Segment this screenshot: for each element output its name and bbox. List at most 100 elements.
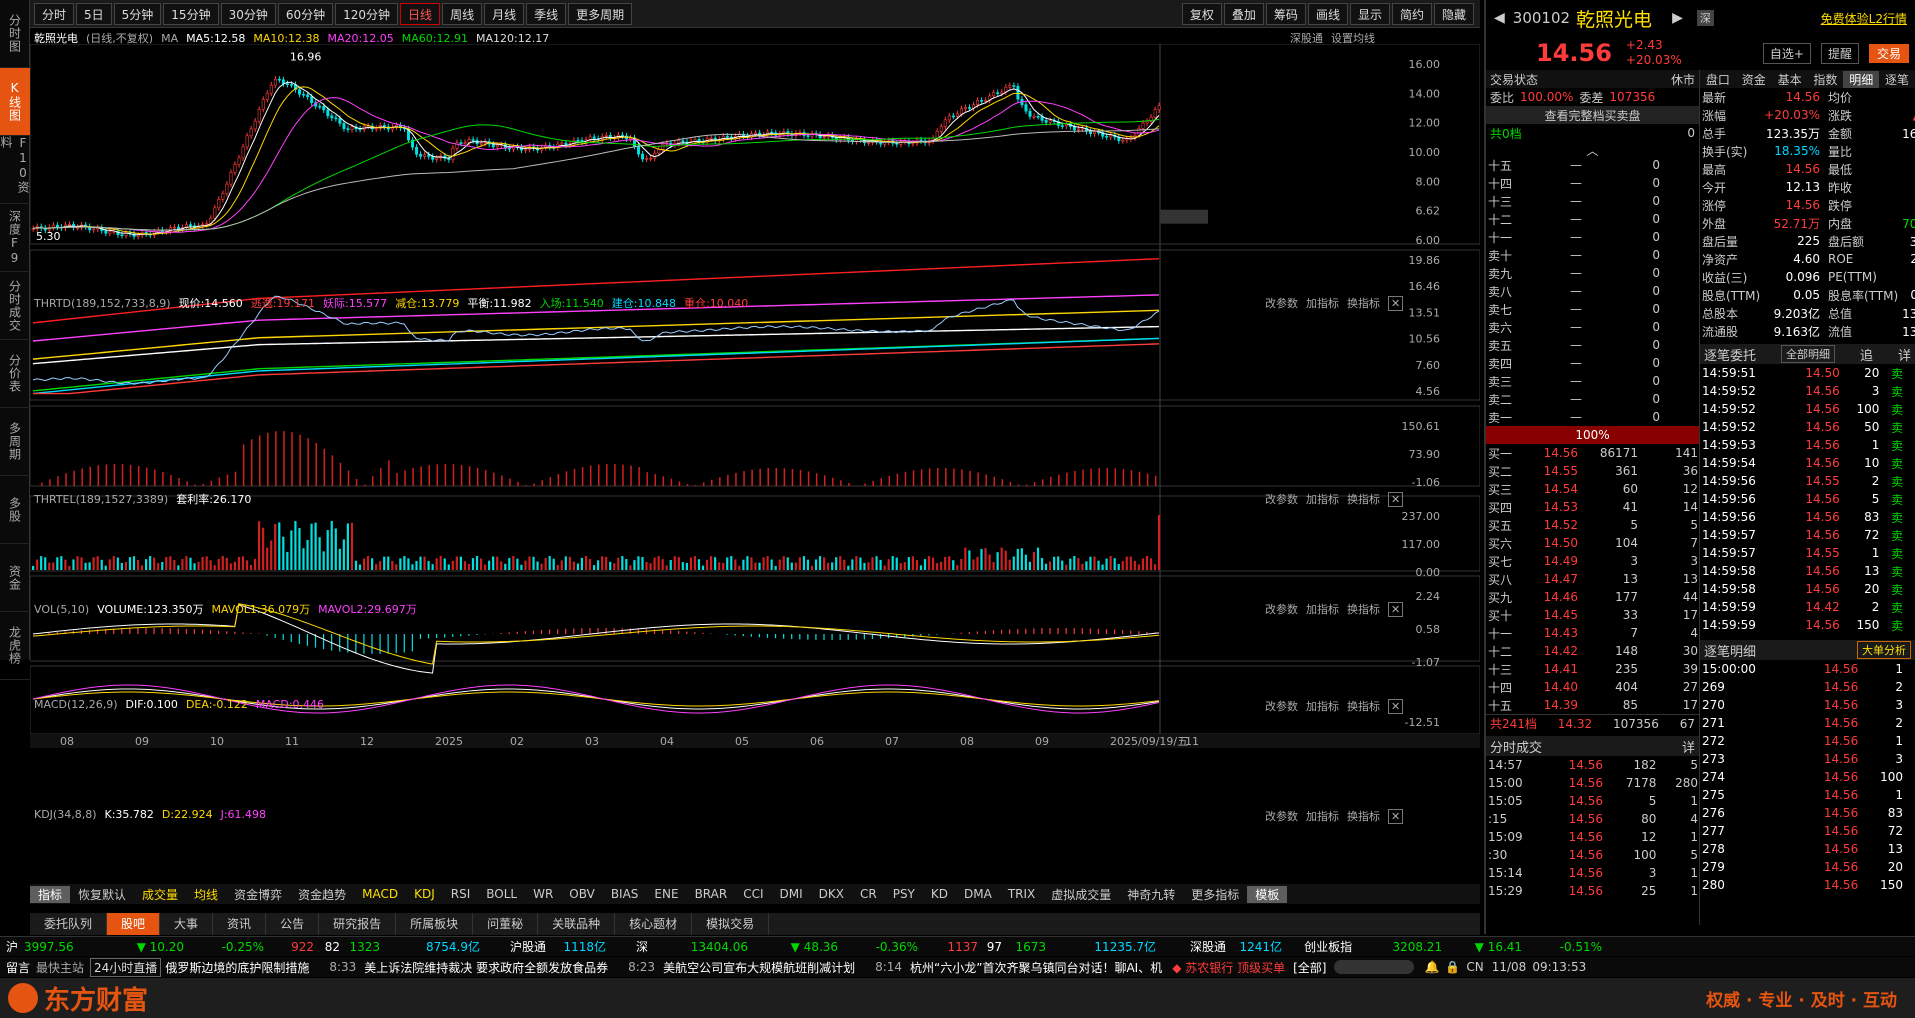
indicator-tab[interactable]: MACD <box>354 887 406 901</box>
panel-action-button[interactable]: 改参数 <box>1265 808 1298 824</box>
panel-action-button[interactable]: 换指标 <box>1347 295 1380 311</box>
left-nav-item[interactable]: 分时图 <box>0 0 30 68</box>
close-icon[interactable]: ✕ <box>1388 601 1404 617</box>
trade-button[interactable]: 交易 <box>1868 43 1909 63</box>
buy-level-row[interactable]: 十二 14.42 148 30 <box>1486 642 1700 660</box>
left-nav-item[interactable]: 分价表 <box>0 340 30 408</box>
panel-action-button[interactable]: 加指标 <box>1306 601 1339 617</box>
sell-level-row[interactable]: 十四 — 0 <box>1486 174 1700 192</box>
quote-tab[interactable]: 资金 <box>1736 71 1772 88</box>
sgt-label[interactable]: 深股通 <box>1190 938 1226 955</box>
order-flow-filter[interactable]: 全部明细 <box>1781 345 1835 363</box>
left-nav-item[interactable]: 多股 <box>0 476 30 544</box>
indicator-tab[interactable]: DMI <box>772 887 811 901</box>
indicator-tab[interactable]: TRIX <box>1000 887 1043 901</box>
toolbar-right-button[interactable]: 显示 <box>1349 2 1390 25</box>
buy-level-row[interactable]: 买八 14.47 13 13 <box>1486 570 1700 588</box>
buy-level-row[interactable]: 买六 14.50 104 7 <box>1486 534 1700 552</box>
message-button[interactable]: 留言 <box>6 959 30 976</box>
sell-level-row[interactable]: 十三 — 0 <box>1486 192 1700 210</box>
left-nav-item[interactable]: 龙虎榜 <box>0 612 30 680</box>
indicator-tab[interactable]: 模板 <box>1247 885 1288 903</box>
indicator-tab[interactable]: OBV <box>561 887 603 901</box>
indicator-tab[interactable]: 均线 <box>186 886 226 903</box>
panel-action-button[interactable]: 改参数 <box>1265 491 1298 507</box>
buy-level-row[interactable]: 十三 14.41 235 39 <box>1486 660 1700 678</box>
sell-level-row[interactable]: 卖十 — 0 <box>1486 246 1700 264</box>
period-button[interactable]: 更多周期 <box>568 2 633 25</box>
left-nav-item[interactable]: 分时成交 <box>0 272 30 340</box>
indicator-tab[interactable]: PSY <box>885 887 923 901</box>
info-tab[interactable]: 问董秘 <box>473 913 539 935</box>
left-nav-item[interactable]: 资金 <box>0 544 30 612</box>
period-button[interactable]: 日线 <box>400 2 441 25</box>
info-tab[interactable]: 研究报告 <box>319 913 397 935</box>
info-tab[interactable]: 公告 <box>266 913 320 935</box>
sell-level-row[interactable]: 十二 — 0 <box>1486 210 1700 228</box>
quote-tab[interactable]: 逐笔 <box>1879 71 1915 88</box>
info-tab[interactable]: 模拟交易 <box>692 913 770 935</box>
buy-level-row[interactable]: 买一 14.56 86171 141 <box>1486 444 1700 462</box>
period-button[interactable]: 5日 <box>76 2 112 25</box>
sell-level-row[interactable]: 卖八 — 0 <box>1486 282 1700 300</box>
panel-action-button[interactable]: 加指标 <box>1306 491 1339 507</box>
panel-action-button[interactable]: 改参数 <box>1265 295 1298 311</box>
all-filter[interactable]: [全部] <box>1293 959 1326 976</box>
quote-tab[interactable]: 盘口 <box>1700 71 1736 88</box>
buy-level-row[interactable]: 买九 14.46 177 44 <box>1486 588 1700 606</box>
sell-level-row[interactable]: 卖二 — 0 <box>1486 390 1700 408</box>
period-button[interactable]: 60分钟 <box>277 2 334 25</box>
period-button[interactable]: 120分钟 <box>335 2 399 25</box>
indicator-tab[interactable]: 资金博弈 <box>226 886 290 903</box>
panel-action-button[interactable]: 换指标 <box>1347 808 1380 824</box>
indicator-tab[interactable]: ENE <box>646 887 686 901</box>
toolbar-right-button[interactable]: 简约 <box>1391 2 1432 25</box>
toolbar-right-button[interactable]: 复权 <box>1181 2 1222 25</box>
live-24h[interactable]: 24小时直播 <box>90 957 162 977</box>
buy-level-row[interactable]: 买七 14.49 3 3 <box>1486 552 1700 570</box>
info-tab[interactable]: 委托队列 <box>30 913 108 935</box>
panel-action-button[interactable]: 改参数 <box>1265 601 1298 617</box>
indicator-tab[interactable]: 资金趋势 <box>290 886 354 903</box>
quote-tab[interactable]: 指数 <box>1807 71 1843 88</box>
detail-button[interactable]: 详 <box>1898 345 1911 364</box>
panel-action-button[interactable]: 加指标 <box>1306 808 1339 824</box>
lock-icon[interactable]: 🔒 <box>1445 960 1460 974</box>
info-tab[interactable]: 股吧 <box>107 913 161 935</box>
panel-action-button[interactable]: 换指标 <box>1347 491 1380 507</box>
panel-action-button[interactable]: 换指标 <box>1347 601 1380 617</box>
news-item-1[interactable]: 俄罗斯边境的底护限制措施 <box>165 959 309 976</box>
quote-tab[interactable]: 基本 <box>1772 71 1808 88</box>
full-book-button[interactable]: 查看完整档买卖盘 <box>1486 106 1699 124</box>
indicator-tab[interactable]: BRAR <box>687 887 736 901</box>
left-nav-item[interactable]: F10资料 <box>0 136 30 204</box>
close-icon[interactable]: ✕ <box>1388 698 1404 714</box>
period-button[interactable]: 5分钟 <box>113 2 162 25</box>
indicator-tab[interactable]: 恢复默认 <box>70 886 134 903</box>
hgt-label[interactable]: 沪股通 <box>510 938 546 955</box>
info-tab[interactable]: 关联品种 <box>538 913 616 935</box>
sell-level-row[interactable]: 卖九 — 0 <box>1486 264 1700 282</box>
period-button[interactable]: 分时 <box>34 2 75 25</box>
sell-level-row[interactable]: 卖六 — 0 <box>1486 318 1700 336</box>
period-button[interactable]: 月线 <box>484 2 525 25</box>
tick-trades-detail[interactable]: 详 <box>1682 737 1695 756</box>
next-stock-icon[interactable]: ▶ <box>1672 10 1683 26</box>
sell-level-row[interactable]: 卖五 — 0 <box>1486 336 1700 354</box>
indicator-tab[interactable]: DKX <box>811 887 852 901</box>
period-button[interactable]: 季线 <box>526 2 567 25</box>
indicator-tab[interactable]: RSI <box>443 887 479 901</box>
quote-tab[interactable]: 明细 <box>1843 70 1880 88</box>
hot-order[interactable]: ◆ 苏农银行 顶级买单 <box>1172 959 1285 976</box>
indicator-tab[interactable]: DMA <box>956 887 1000 901</box>
panel-action-button[interactable]: 加指标 <box>1306 295 1339 311</box>
panel-action-button[interactable]: 改参数 <box>1265 698 1298 714</box>
toolbar-right-button[interactable]: 隐藏 <box>1433 2 1474 25</box>
add-watchlist-button[interactable]: 自选+ <box>1762 42 1811 64</box>
big-order-button[interactable]: 大单分析 <box>1857 641 1911 659</box>
indicator-tab[interactable]: CCI <box>735 887 771 901</box>
info-tab[interactable]: 所属板块 <box>396 913 474 935</box>
alert-button[interactable]: 提醒 <box>1820 42 1859 64</box>
sell-level-row[interactable]: 卖四 — 0 <box>1486 354 1700 372</box>
left-nav-item[interactable]: K线图 <box>0 68 30 136</box>
